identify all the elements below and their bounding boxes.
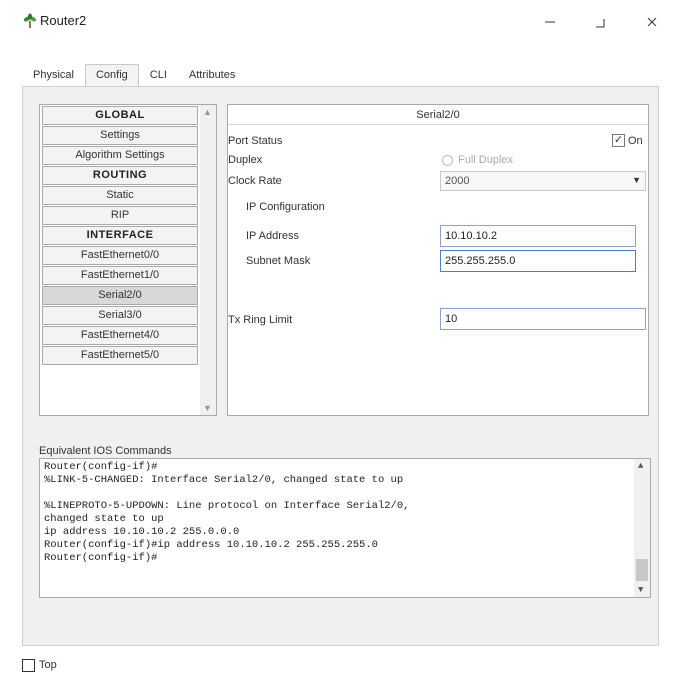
maximize-icon — [596, 19, 605, 28]
nav-item-static[interactable]: Static — [42, 186, 198, 205]
tab-cli[interactable]: CLI — [139, 64, 178, 86]
scroll-down-icon[interactable]: ▼ — [203, 403, 212, 413]
full-duplex-label: Full Duplex — [458, 154, 514, 166]
scroll-down-icon[interactable]: ▼ — [638, 585, 643, 595]
console-line: Router(config-if)#ip address 10.10.10.2 … — [44, 539, 378, 551]
tab-attributes[interactable]: Attributes — [178, 64, 246, 86]
nav-item-fastethernet1-0[interactable]: FastEthernet1/0 — [42, 266, 198, 285]
console-line: ip address 10.10.10.2 255.0.0.0 — [44, 526, 240, 538]
tab-bar: Physical Config CLI Attributes — [22, 64, 246, 86]
tx-ring-limit-label: Tx Ring Limit — [228, 314, 293, 326]
maximize-button[interactable] — [580, 8, 620, 36]
router-plant-icon — [23, 13, 37, 28]
nav-item-serial3-0[interactable]: Serial3/0 — [42, 306, 198, 325]
clock-rate-value: 2000 — [445, 175, 470, 187]
interface-title: Serial2/0 — [228, 105, 648, 125]
port-status-checkbox[interactable]: ✓ — [612, 134, 625, 147]
ip-configuration-label: IP Configuration — [246, 201, 325, 213]
nav-item-fastethernet4-0[interactable]: FastEthernet4/0 — [42, 326, 198, 345]
nav-item-serial2-0[interactable]: Serial2/0 — [42, 286, 198, 305]
clock-rate-label: Clock Rate — [228, 175, 282, 187]
nav-header-routing: ROUTING — [42, 166, 198, 185]
scrollbar-thumb[interactable] — [636, 559, 648, 581]
ip-address-label: IP Address — [246, 230, 299, 242]
chevron-down-icon: ▼ — [632, 175, 641, 185]
tab-config[interactable]: Config — [84, 64, 139, 86]
minimize-icon — [545, 21, 555, 23]
nav-item-fastethernet0-0[interactable]: FastEthernet0/0 — [42, 246, 198, 265]
tx-ring-limit-input[interactable] — [440, 308, 646, 330]
ios-commands-label: Equivalent IOS Commands — [39, 445, 172, 457]
full-duplex-radio[interactable] — [442, 155, 453, 166]
interface-config-section: Serial2/0 Port Status ✓ On Duplex Full D… — [227, 104, 649, 416]
ip-address-input[interactable] — [440, 225, 636, 247]
tab-physical[interactable]: Physical — [22, 64, 85, 86]
scroll-up-icon[interactable]: ▲ — [203, 107, 212, 117]
console-line: %LINEPROTO-5-UPDOWN: Line protocol on In… — [44, 500, 410, 512]
config-nav-list: GLOBAL Settings Algorithm Settings ROUTI… — [39, 104, 217, 416]
title-bar: Router2 — [0, 0, 675, 44]
console-line: %LINK-5-CHANGED: Interface Serial2/0, ch… — [44, 474, 404, 486]
close-icon — [647, 17, 657, 27]
config-panel: GLOBAL Settings Algorithm Settings ROUTI… — [22, 86, 659, 646]
duplex-label: Duplex — [228, 154, 263, 166]
nav-item-algorithm-settings[interactable]: Algorithm Settings — [42, 146, 198, 165]
port-status-on-label: On — [628, 135, 643, 147]
port-status-label: Port Status — [228, 135, 283, 147]
window-title: Router2 — [40, 13, 87, 28]
console-scrollbar[interactable]: ▲ ▼ — [634, 459, 650, 597]
ios-commands-console[interactable]: Router(config-if)# %LINK-5-CHANGED: Inte… — [39, 458, 651, 598]
console-line: Router(config-if)# — [44, 461, 158, 473]
nav-header-global: GLOBAL — [42, 106, 198, 125]
nav-item-settings[interactable]: Settings — [42, 126, 198, 145]
subnet-mask-input[interactable] — [440, 250, 636, 272]
close-button[interactable] — [632, 8, 672, 36]
top-label: Top — [39, 659, 57, 671]
console-line: changed state to up — [44, 513, 164, 525]
nav-header-interface: INTERFACE — [42, 226, 198, 245]
nav-item-rip[interactable]: RIP — [42, 206, 198, 225]
console-line: Router(config-if)# — [44, 552, 158, 564]
nav-item-fastethernet5-0[interactable]: FastEthernet5/0 — [42, 346, 198, 365]
scroll-up-icon[interactable]: ▲ — [638, 461, 643, 471]
subnet-mask-label: Subnet Mask — [246, 255, 311, 267]
minimize-button[interactable] — [530, 8, 570, 36]
nav-scrollbar[interactable]: ▲ ▼ — [200, 105, 216, 415]
top-checkbox[interactable] — [22, 659, 35, 672]
clock-rate-select[interactable]: 2000 ▼ — [440, 171, 646, 191]
